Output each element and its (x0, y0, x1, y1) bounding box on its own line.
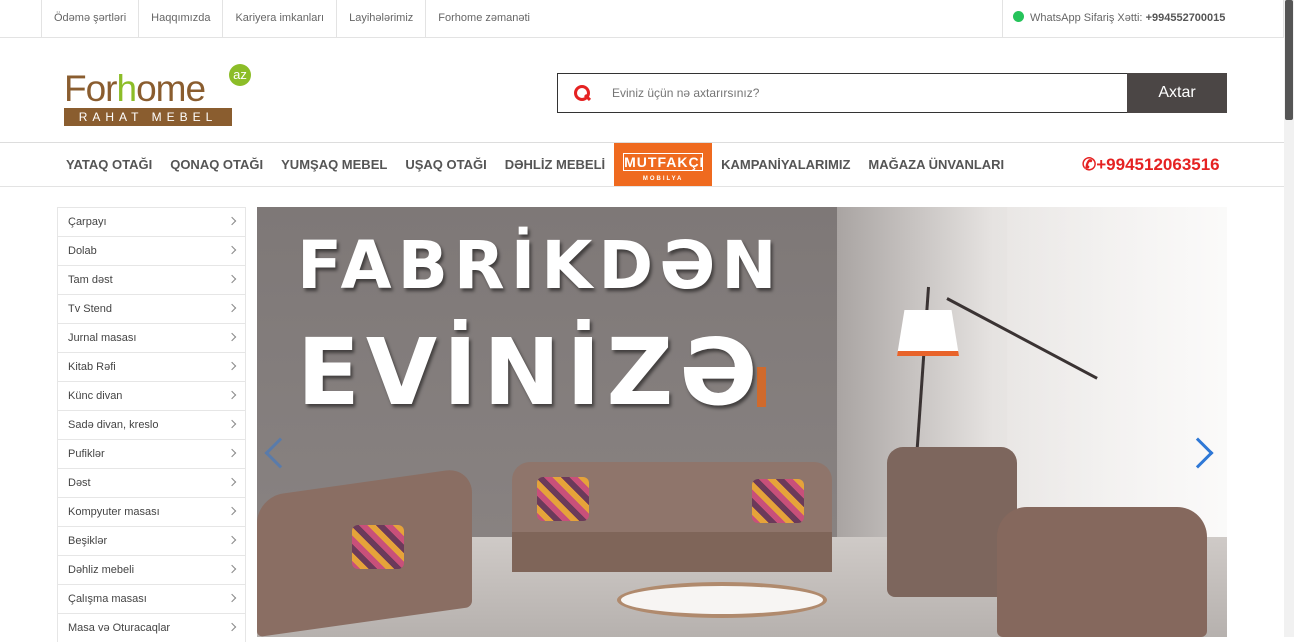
nav-item-living-room[interactable]: QONAQ OTAĞI (161, 143, 272, 186)
nav-item-hallway[interactable]: DƏHLİZ MEBELİ (496, 143, 614, 186)
nav-item-stores[interactable]: MAĞAZA ÜNVANLARI (859, 143, 1013, 186)
sidebar-item[interactable]: Dolab (57, 236, 246, 265)
banner-headline-2: EVİNİZƏ (297, 319, 764, 426)
sidebar-item[interactable]: Jurnal masası (57, 323, 246, 352)
nav-item-campaigns[interactable]: KAMPANİYALARIMIZ (712, 143, 859, 186)
sidebar-item[interactable]: Beşiklər (57, 526, 246, 555)
sidebar-item[interactable]: Kitab Rəfi (57, 352, 246, 381)
sidebar-item[interactable]: Dəhliz mebeli (57, 555, 246, 584)
logo-tagline: RAHAT MEBEL (64, 108, 232, 126)
chevron-right-icon (227, 361, 237, 371)
header-phone[interactable]: ✆+994512063516 (1082, 155, 1220, 175)
sidebar-item[interactable]: Masa və Oturacaqlar (57, 613, 246, 642)
scrollbar-thumb[interactable] (1285, 0, 1293, 120)
banner-headline-1: FABRİKDƏN (297, 227, 783, 304)
pillow (537, 477, 589, 521)
nav-item-soft-furniture[interactable]: YUMŞAQ MEBEL (272, 143, 396, 186)
sidebar-item[interactable]: Çarpayı (57, 207, 246, 236)
hero-slider[interactable]: FABRİKDƏN EVİNİZƏ (257, 207, 1227, 637)
search-bar: Axtar (557, 73, 1227, 113)
nav-item-mutfakci[interactable]: MUTFAKÇI MOBILYA (614, 143, 713, 186)
chevron-right-icon (227, 593, 237, 603)
sidebar-item[interactable]: Pufiklər (57, 439, 246, 468)
logo[interactable]: Forhome az RAHAT MEBEL (64, 64, 254, 128)
top-link-career[interactable]: Kariyera imkanları (222, 0, 336, 37)
top-link-projects[interactable]: Layihələrimiz (336, 0, 425, 37)
top-link-payment[interactable]: Ödəmə şərtləri (41, 0, 138, 37)
search-button[interactable]: Axtar (1127, 73, 1227, 113)
top-bar: Ödəmə şərtləri Haqqımızda Kariyera imkan… (0, 0, 1284, 38)
chevron-right-icon (227, 564, 237, 574)
chevron-right-icon (227, 216, 237, 226)
nav-item-kids-room[interactable]: UŞAQ OTAĞI (396, 143, 495, 186)
pillow (352, 525, 404, 569)
sidebar-item[interactable]: Dəst (57, 468, 246, 497)
category-sidebar: Çarpayı Dolab Tam dəst Tv Stend Jurnal m… (57, 207, 246, 642)
coffee-table (617, 582, 827, 618)
chevron-right-icon (227, 303, 237, 313)
pillow (752, 479, 804, 523)
search-icon (574, 85, 590, 101)
lamp-shade (897, 310, 959, 356)
phone-icon: ✆ (1082, 155, 1097, 174)
search-input[interactable] (612, 86, 1092, 100)
top-link-about[interactable]: Haqqımızda (138, 0, 222, 37)
chevron-right-icon (227, 274, 237, 284)
sidebar-item[interactable]: Sadə divan, kreslo (57, 410, 246, 439)
sidebar-item[interactable]: Çalışma masası (57, 584, 246, 613)
whatsapp-label: WhatsApp Sifariş Xətti: (1030, 12, 1143, 24)
scrollbar[interactable] (1284, 0, 1294, 637)
top-link-guarantee[interactable]: Forhome zəmanəti (425, 0, 542, 37)
sidebar-item[interactable]: Kompyuter masası (57, 497, 246, 526)
chevron-right-icon (227, 390, 237, 400)
chevron-right-icon (227, 245, 237, 255)
chevron-right-icon (227, 332, 237, 342)
chevron-right-icon (227, 448, 237, 458)
chevron-right-icon (227, 622, 237, 632)
logo-wordmark: Forhome (64, 68, 206, 109)
sidebar-item[interactable]: Tam dəst (57, 265, 246, 294)
whatsapp-line[interactable]: WhatsApp Sifariş Xətti: +994552700015 (1002, 0, 1284, 37)
chevron-right-icon (227, 506, 237, 516)
top-links: Ödəmə şərtləri Haqqımızda Kariyera imkan… (41, 0, 542, 37)
nav-item-bedroom[interactable]: YATAQ OTAĞI (57, 143, 161, 186)
chevron-right-icon (227, 535, 237, 545)
chevron-right-icon (227, 419, 237, 429)
sidebar-item[interactable]: Künc divan (57, 381, 246, 410)
whatsapp-icon (1013, 11, 1024, 22)
search-box[interactable] (557, 73, 1127, 113)
sidebar-item[interactable]: Tv Stend (57, 294, 246, 323)
whatsapp-phone[interactable]: +994552700015 (1146, 12, 1226, 24)
armchair (997, 507, 1207, 637)
logo-badge: az (229, 64, 251, 86)
chevron-right-icon (227, 477, 237, 487)
